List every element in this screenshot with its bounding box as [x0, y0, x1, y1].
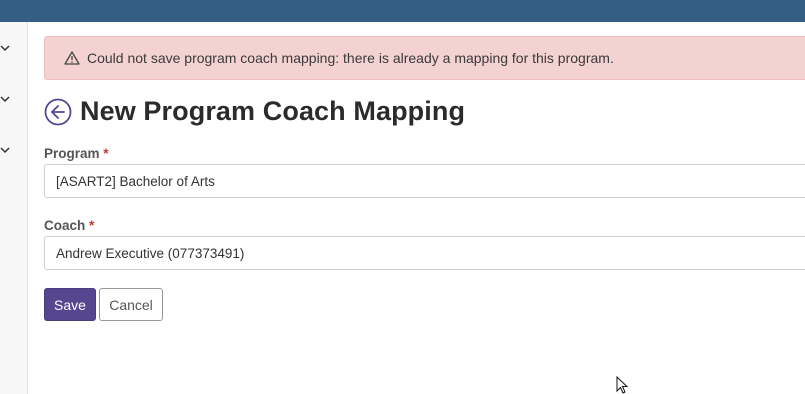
cancel-button[interactable]: Cancel — [99, 288, 163, 321]
chevron-down-icon[interactable] — [0, 145, 12, 155]
arrow-left-circle-icon[interactable] — [44, 98, 72, 126]
alert-message: Could not save program coach mapping: th… — [87, 50, 614, 66]
coach-select[interactable]: Andrew Executive (077373491) — [44, 236, 805, 270]
chevron-down-icon[interactable] — [0, 94, 12, 104]
page-title: New Program Coach Mapping — [80, 96, 466, 126]
program-label: Program * — [44, 146, 109, 161]
sidebar — [0, 22, 28, 394]
program-label-text: Program — [44, 146, 100, 161]
chevron-down-icon[interactable] — [0, 43, 12, 53]
program-value: [ASART2] Bachelor of Arts — [56, 173, 215, 189]
coach-label-text: Coach — [44, 218, 86, 233]
page-header: New Program Coach Mapping — [44, 96, 465, 127]
error-alert: Could not save program coach mapping: th… — [44, 36, 805, 80]
required-marker: * — [103, 146, 109, 161]
required-marker: * — [89, 218, 95, 233]
top-navigation-bar — [0, 0, 805, 22]
coach-label: Coach * — [44, 218, 94, 233]
save-button[interactable]: Save — [44, 288, 96, 321]
warning-triangle-icon — [64, 51, 80, 65]
coach-value: Andrew Executive (077373491) — [56, 245, 245, 261]
program-select[interactable]: [ASART2] Bachelor of Arts — [44, 164, 805, 198]
mouse-cursor-icon — [616, 376, 628, 394]
